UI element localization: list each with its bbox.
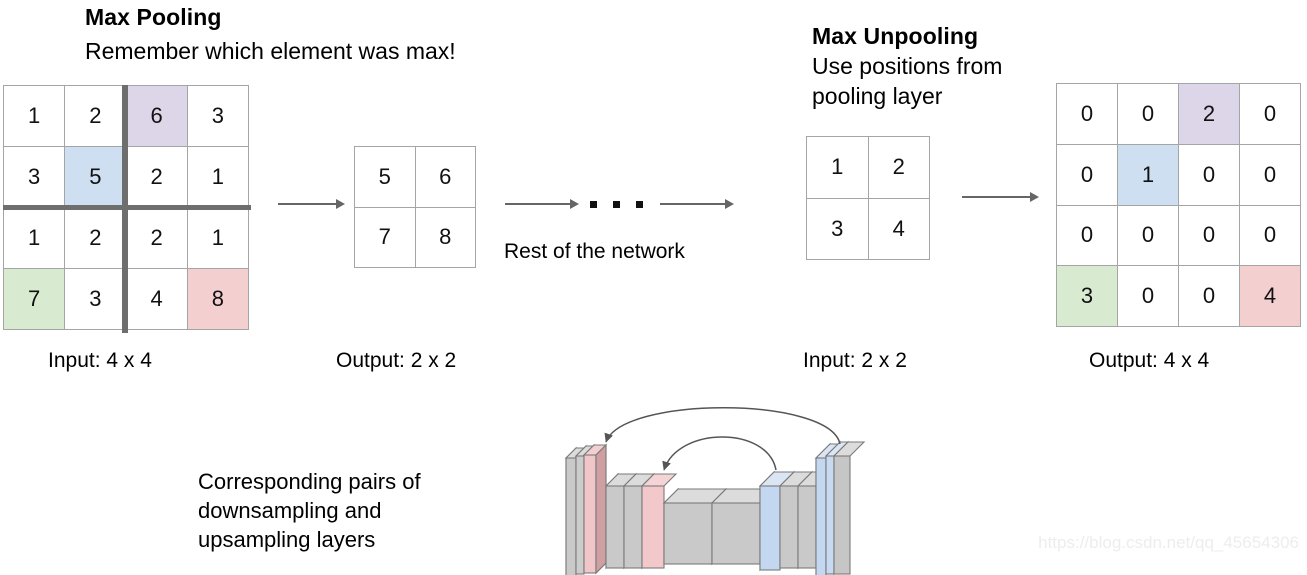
- arrow-unpooling: [962, 190, 1040, 204]
- grid-cell: 0: [1118, 84, 1179, 145]
- grid-cell: 1: [187, 208, 249, 269]
- grid-cell: 2: [868, 137, 930, 199]
- grid-cell: 3: [65, 269, 127, 330]
- grid-cell: 6: [415, 147, 476, 208]
- grid-cell-highlight-blue: 5: [65, 147, 127, 208]
- skip-connection-inner: [662, 436, 777, 471]
- grid-cell: 5: [355, 147, 416, 208]
- grid-cell: 7: [355, 207, 416, 268]
- grid-cell-highlight-pink: 8: [187, 269, 249, 330]
- grid-cell: 0: [1179, 144, 1240, 206]
- rest-of-network-label: Rest of the network: [504, 240, 685, 263]
- network-label-line3: upsampling layers: [198, 527, 376, 552]
- max-unpooling-subtitle-line2: pooling layer: [812, 83, 943, 109]
- grid-cell-highlight-green: 7: [4, 269, 66, 330]
- grid-cell: 0: [1240, 205, 1301, 267]
- grid-cell: 3: [4, 147, 66, 208]
- grid-cell: 0: [1057, 144, 1118, 206]
- pooling-input-caption: Input: 4 x 4: [48, 349, 152, 372]
- encoder-slab-4-pink-front: [595, 443, 607, 575]
- grid-cell: 0: [1240, 84, 1301, 145]
- unpooling-input-grid: 1 2 3 4: [806, 136, 930, 260]
- grid-cell: 4: [126, 269, 188, 330]
- max-pooling-title: Max Pooling: [85, 4, 222, 30]
- grid-cell: 8: [415, 207, 476, 268]
- max-unpooling-title: Max Unpooling: [812, 23, 979, 49]
- grid-cell: 4: [868, 198, 930, 260]
- grid-cell-highlight-pink: 4: [1240, 266, 1301, 327]
- decoder-slab-gray-final: [832, 440, 866, 575]
- grid-cell: 0: [1179, 266, 1240, 327]
- network-label-line2: downsampling and: [198, 498, 382, 523]
- grid-cell: 0: [1118, 266, 1179, 327]
- unpooling-output-caption: Output: 4 x 4: [1089, 349, 1210, 372]
- arrow-pooling: [278, 197, 346, 211]
- arrow-rest-right: [660, 197, 735, 211]
- watermark-text: https://blog.csdn.net/qq_45654306: [1038, 533, 1299, 552]
- max-pooling-subtitle: Remember which element was max!: [85, 38, 456, 64]
- grid-cell-highlight-purple: 6: [126, 86, 188, 147]
- skip-connection-outer: [604, 407, 841, 445]
- pooling-output-grid: 5 6 7 8: [354, 146, 476, 268]
- grid-cell: 1: [4, 208, 66, 269]
- max-unpooling-subtitle-line1: Use positions from: [812, 53, 1003, 79]
- grid-cell-highlight-blue: 1: [1118, 144, 1179, 206]
- dot: [636, 201, 643, 208]
- encoder-decoder-network-diagram: [564, 407, 866, 575]
- unpooling-output-grid: 0 0 2 0 0 1 0 0 0 0 0 0 3 0 0 4: [1056, 83, 1301, 327]
- arrow-rest-left: [505, 197, 580, 211]
- quadrant-divider-horizontal: [3, 205, 251, 210]
- grid-cell: 0: [1179, 205, 1240, 267]
- grid-cell-highlight-purple: 2: [1179, 84, 1240, 145]
- grid-cell: 1: [807, 137, 869, 199]
- network-label-line1: Corresponding pairs of: [198, 469, 421, 494]
- grid-cell: 1: [187, 147, 249, 208]
- grid-cell: 2: [65, 86, 127, 147]
- dot: [613, 201, 620, 208]
- grid-cell: 2: [126, 147, 188, 208]
- ellipsis-dots: [590, 201, 643, 208]
- grid-cell: 2: [126, 208, 188, 269]
- pooling-output-caption: Output: 2 x 2: [336, 349, 457, 372]
- grid-cell: 2: [65, 208, 127, 269]
- grid-cell: 0: [1057, 205, 1118, 267]
- grid-cell-highlight-green: 3: [1057, 266, 1118, 327]
- grid-cell: 0: [1057, 84, 1118, 145]
- unpooling-input-caption: Input: 2 x 2: [803, 349, 907, 372]
- grid-cell: 0: [1240, 144, 1301, 206]
- grid-cell: 3: [807, 198, 869, 260]
- grid-cell: 1: [4, 86, 66, 147]
- grid-cell: 0: [1118, 205, 1179, 267]
- dot: [590, 201, 597, 208]
- slide-canvas: Max Pooling Remember which element was m…: [0, 0, 1307, 575]
- grid-cell: 3: [187, 86, 249, 147]
